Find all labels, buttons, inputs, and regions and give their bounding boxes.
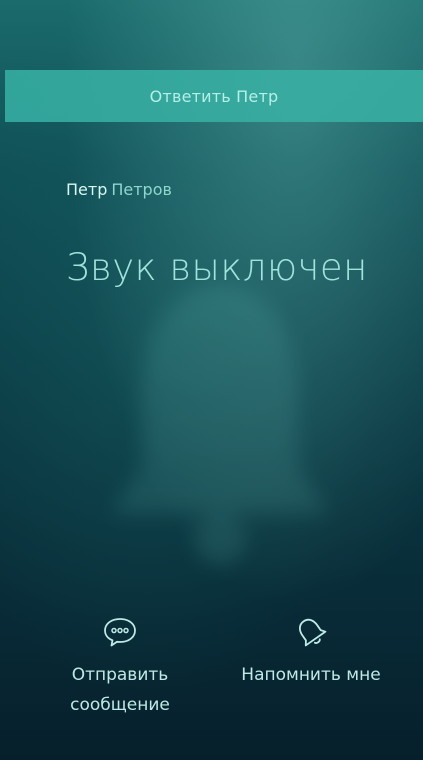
remind-me-label-line1: Напомнить мне [241,665,381,685]
bell-icon [289,612,333,652]
call-status: Звук выключен [66,246,368,289]
incoming-call-screen: Ответить Петр Петр Петров Звук выключен О… [0,0,423,760]
caller-first-name: Петр [66,180,108,199]
caller-last-name: Петров [111,180,172,199]
send-message-label: Отправить сообщение [70,660,170,720]
send-message-label-line1: Отправить [71,665,169,685]
message-bubble-icon [98,612,142,652]
bell-watermark-icon [110,284,330,566]
send-message-button[interactable]: Отправить сообщение [48,612,192,720]
send-message-label-line2: сообщение [70,695,170,715]
reply-button-label: Ответить Петр [149,86,279,106]
reply-button[interactable]: Ответить Петр [5,70,423,122]
remind-me-button[interactable]: Напомнить мне [227,612,395,690]
caller-name: Петр Петров [66,180,172,199]
remind-me-label: Напомнить мне [241,660,380,690]
